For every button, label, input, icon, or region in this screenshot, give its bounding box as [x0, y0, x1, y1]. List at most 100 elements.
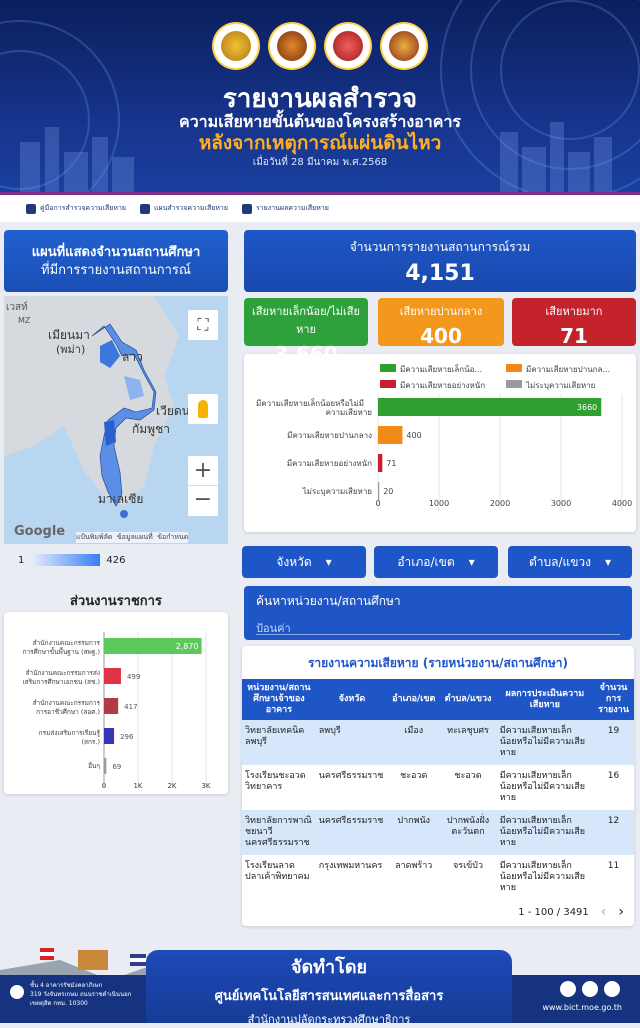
- org-name: ศูนย์เทคโนโลยีสารสนเทศและการสื่อสาร: [214, 989, 444, 1004]
- google-logo: Google: [14, 524, 66, 539]
- bar: [378, 398, 602, 416]
- gov-chart-card: 01K2K3Kสำนักงานคณะกรรมการการศึกษาขั้นพื้…: [4, 612, 228, 794]
- table-row[interactable]: โรงเรียนลาดปลาเค้าพิทยาคม กรุงเทพมหานคร ลา…: [242, 855, 634, 900]
- opec-emblem-logo: [382, 24, 426, 68]
- kpi-mid-damage: เสียหายปานกลาง 400: [378, 298, 504, 348]
- damage-chart-card: มีความเสียหายเล็กน้อ... มีความเสียหายปานก…: [244, 354, 636, 532]
- legend-swatch: [506, 380, 522, 388]
- thailand-map[interactable]: เวสท์ MZ เมียนมา (พม่า) ลาว เวียดนาม กัม…: [4, 296, 228, 544]
- district-dropdown[interactable]: อำเภอ/เขต ▾: [374, 546, 498, 578]
- col-header-district[interactable]: อำเภอ/เขต: [388, 679, 440, 720]
- x-tick-label: 1K: [133, 782, 142, 790]
- col-header-result[interactable]: ผลการประเมินความเสียหาย: [496, 679, 593, 720]
- org-by-label: จัดทำโดย: [290, 957, 368, 978]
- category-label: สำนักงานคณะกรรมการ: [33, 699, 101, 707]
- category-label: สำนักงานคณะกรรมการ: [33, 639, 101, 647]
- page-subtitle-highlight: หลังจากเหตุการณ์แผ่นดินไหว: [198, 132, 442, 154]
- data-label: 71: [386, 459, 396, 468]
- next-page-icon[interactable]: ›: [618, 904, 624, 920]
- province-dropdown[interactable]: จังหวัด ▾: [242, 546, 366, 578]
- category-label: ความเสียหาย: [326, 408, 372, 417]
- footer-org-panel: จัดทำโดย ศูนย์เทคโนโลยีสารสนเทศและการสื่…: [146, 950, 512, 1026]
- facebook-icon[interactable]: [582, 981, 598, 997]
- obec-emblem-logo: [270, 24, 314, 68]
- zoom-control: + −: [188, 456, 218, 516]
- total-reports-value: 4,151: [405, 261, 475, 286]
- keyboard-shortcuts-link[interactable]: แป้นพิมพ์ลัด: [76, 533, 112, 541]
- col-header-org[interactable]: หน่วยงาน/สถานศึกษาเจ้าของอาคาร: [242, 679, 316, 720]
- legend-label: ไม่ระบุความเสียหาย: [525, 381, 595, 390]
- nav-item-plan[interactable]: แผนสำรวจความเสียหาย: [140, 203, 228, 214]
- bar: [378, 454, 383, 472]
- table-row[interactable]: วิทยาลัยการพาณิชยนาวีนครศรีธรรมราช นครศรี…: [242, 810, 634, 855]
- plan-icon: [140, 203, 150, 214]
- table-row[interactable]: วิทยาลัยเทคนิคลพบุรี ลพบุรี เมือง ทะเลชุบศร…: [242, 720, 634, 765]
- kpi-low-damage: เสียหายเล็กน้อย/ไม่เสียหาย 3,660: [244, 298, 368, 366]
- report-table-title: รายงานความเสียหาย (รายหน่วยงาน/สถานศึกษา…: [307, 656, 569, 670]
- col-header-count[interactable]: จำนวนการรายงาน: [592, 679, 634, 720]
- category-label: กรมส่งเสริมการเรียนรู้: [39, 729, 101, 737]
- nav-item-manual[interactable]: คู่มือการสำรวจความเสียหาย: [26, 203, 126, 214]
- report-date: เมื่อวันที่ 28 มีนาคม พ.ศ.2568: [252, 157, 388, 168]
- bar: [104, 668, 121, 684]
- fullscreen-icon[interactable]: ⛶: [188, 310, 218, 340]
- table-row[interactable]: โรงเรียนชะอวดวิทยาคาร นครศรีธรรมราช ชะอวดช…: [242, 765, 634, 810]
- ministry-emblem-logo: [214, 24, 258, 68]
- category-label: มีความเสียหายปานกลาง: [287, 431, 372, 440]
- zoom-out-icon[interactable]: −: [188, 486, 218, 516]
- damage-bar-chart: มีความเสียหายเล็กน้อ... มีความเสียหายปานก…: [256, 364, 632, 510]
- col-header-subdistrict[interactable]: ตำบล/แขวง: [439, 679, 497, 720]
- dropdown-arrow-icon: ▾: [325, 555, 332, 569]
- subdistrict-dropdown[interactable]: ตำบล/แขวง ▾: [508, 546, 632, 578]
- dropdown-arrow-icon: ▾: [605, 555, 612, 569]
- search-box: ค้นหาหน่วยงาน/สถานศึกษา ป้อนค่า: [244, 586, 632, 640]
- bar: [104, 728, 115, 744]
- globe-icon[interactable]: [560, 981, 576, 997]
- category-label: ไม่ระบุความเสียหาย: [302, 487, 372, 496]
- col-header-province[interactable]: จังหวัด: [315, 679, 389, 720]
- pegman-icon[interactable]: [188, 394, 218, 424]
- x-tick-label: 1000: [429, 499, 449, 508]
- data-label: 69: [112, 763, 121, 771]
- legend-swatch: [380, 380, 396, 388]
- report-table-card: รายงานความเสียหาย (รายหน่วยงาน/สถานศึกษา…: [242, 646, 634, 926]
- prev-page-icon[interactable]: ‹: [601, 904, 607, 920]
- category-label: มีความเสียหายเล็กน้อยหรือไม่มี: [256, 398, 364, 408]
- website-link[interactable]: www.bict.moe.go.th: [542, 1003, 622, 1012]
- total-reports-card: จำนวนการรายงานสถานการณ์รวม 4,151: [244, 230, 636, 292]
- x-tick-label: 4000: [612, 499, 632, 508]
- top-navbar: คู่มือการสำรวจความเสียหาย แผนสำรวจความเส…: [0, 192, 640, 222]
- legend-label: มีความเสียหายอย่างหนัก: [400, 381, 485, 390]
- zoom-in-icon[interactable]: +: [188, 456, 218, 486]
- search-input[interactable]: ป้อนค่า: [256, 619, 620, 635]
- category-label: (สกร.): [81, 738, 100, 746]
- kpi-high-damage: เสียหายมาก 71: [512, 298, 636, 348]
- color-scale-bar: [30, 554, 101, 566]
- map-color-scale: 1 426: [18, 554, 126, 566]
- gov-section-title: ส่วนงานราชการ: [70, 594, 162, 609]
- category-label: มีความเสียหายอย่างหนัก: [287, 459, 372, 468]
- manual-icon: [26, 203, 36, 214]
- map-data-link[interactable]: ข้อมูลแผนที่: [117, 533, 153, 541]
- vec-emblem-logo: [326, 24, 370, 68]
- gov-bar-chart: 01K2K3Kสำนักงานคณะกรรมการการศึกษาขั้นพื้…: [22, 632, 211, 790]
- legend-label: มีความเสียหายเล็กน้อ...: [400, 364, 482, 374]
- dropdown-arrow-icon: ▾: [468, 555, 475, 569]
- bar: [104, 698, 119, 714]
- pagination-range: 1 - 100 / 3491: [518, 906, 589, 918]
- data-label: 20: [383, 487, 393, 496]
- data-label: 2,870: [176, 642, 199, 651]
- pagination: 1 - 100 / 3491 ‹ ›: [518, 904, 624, 920]
- youtube-icon[interactable]: [604, 981, 620, 997]
- data-label: 3660: [577, 403, 597, 412]
- category-label: อื่นๆ: [88, 761, 100, 770]
- x-tick-label: 0: [375, 499, 380, 508]
- x-tick-label: 3K: [201, 782, 210, 790]
- nav-item-report[interactable]: รายงานผลความเสียหาย: [241, 203, 329, 214]
- data-label: 400: [406, 431, 421, 440]
- x-tick-label: 2K: [167, 782, 176, 790]
- terms-link[interactable]: ข้อกำหนด: [157, 533, 188, 541]
- legend-swatch: [380, 364, 396, 372]
- bar: [104, 758, 107, 774]
- logo-row: [0, 24, 640, 68]
